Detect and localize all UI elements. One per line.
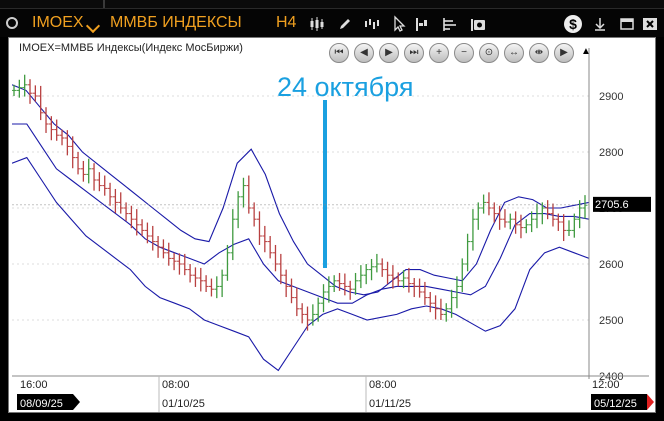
top-strip-separator <box>103 0 105 8</box>
chevron-down-icon[interactable] <box>85 18 101 34</box>
lines-icon[interactable] <box>441 15 459 33</box>
x-tick-time: 08:00 <box>162 379 190 391</box>
minimize-icon[interactable] <box>618 15 636 33</box>
x-tick-date: 05/12/25 <box>594 398 637 410</box>
bollinger-middle-band <box>12 123 589 304</box>
bollinger-upper-band <box>12 84 589 296</box>
y-tick-label: 2500 <box>599 315 623 327</box>
chart-window-titlebar: IMOEX ММВБ ИНДЕКСЫ H4 $ <box>0 9 664 37</box>
x-date-badge-arrow <box>647 394 654 410</box>
oct-24-annotation: 24 октября <box>277 72 413 102</box>
window-ring-icon[interactable] <box>6 17 18 29</box>
download-icon[interactable] <box>591 15 609 33</box>
y-tick-label: 2800 <box>599 147 623 159</box>
x-tick-date: 08/09/25 <box>20 398 63 410</box>
close-icon[interactable] <box>641 15 659 33</box>
cursor-icon[interactable] <box>390 15 408 33</box>
top-strip <box>0 0 664 9</box>
y-tick-label: 2600 <box>599 259 623 271</box>
bars-icon[interactable] <box>363 15 381 33</box>
candles-icon[interactable] <box>309 15 327 33</box>
x-tick-time: 16:00 <box>20 379 48 391</box>
dollar-icon[interactable]: $ <box>563 14 583 34</box>
y-tick-label: 2900 <box>599 91 623 103</box>
chart-panel[interactable]: IMOEX=ММВБ Индексы(Индекс МосБиржи) ⏮ ◀ ▶ ⏭… <box>8 37 656 413</box>
camera-icon[interactable] <box>469 15 487 33</box>
current-price-label: 2705.6 <box>595 199 629 211</box>
x-tick-time: 08:00 <box>369 379 397 391</box>
price-chart[interactable]: 240025002600270028002900 16:0008/09/2508… <box>9 38 657 414</box>
pencil-icon[interactable] <box>336 15 354 33</box>
symbol-label[interactable]: IMOEX <box>32 14 84 32</box>
svg-text:$: $ <box>569 16 577 32</box>
x-date-badge-arrow <box>73 394 80 410</box>
timeframe-label[interactable]: H4 <box>276 14 296 32</box>
x-tick-date: 01/10/25 <box>162 398 205 410</box>
x-tick-time: 12:00 <box>592 379 620 391</box>
x-tick-date: 01/11/25 <box>369 398 411 410</box>
footer-strip <box>0 413 664 421</box>
instrument-name[interactable]: ММВБ ИНДЕКСЫ <box>110 14 242 32</box>
histogram-icon[interactable] <box>414 15 432 33</box>
